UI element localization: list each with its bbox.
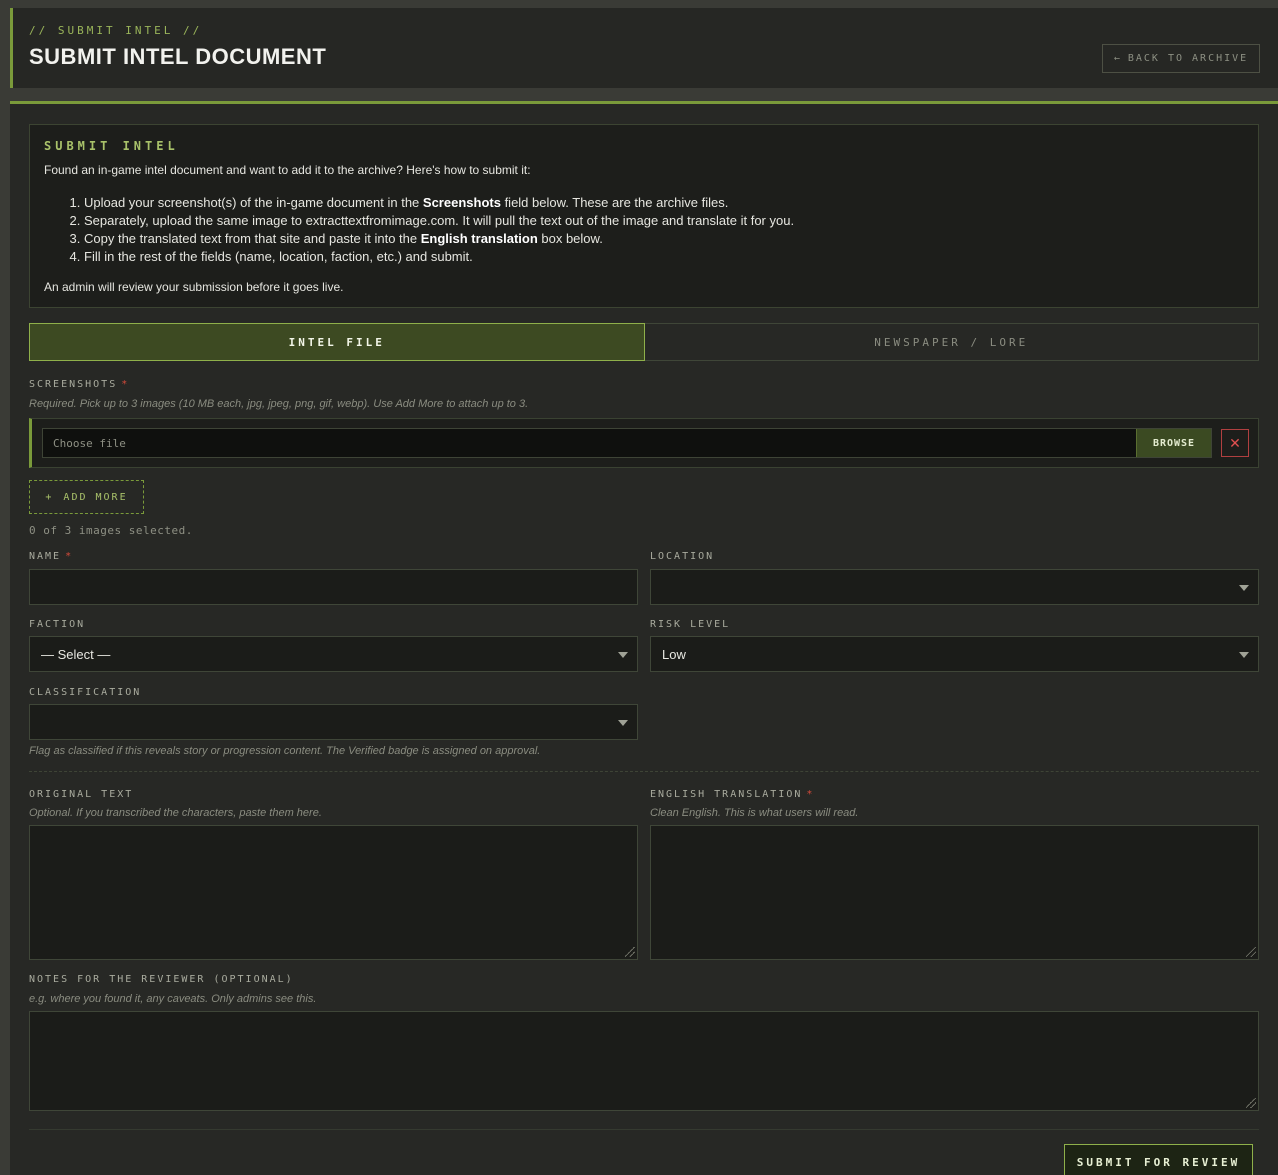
plus-icon: +: [45, 491, 54, 503]
instruction-step: Copy the translated text from that site …: [84, 230, 794, 248]
page-header: // SUBMIT INTEL // SUBMIT INTEL DOCUMENT…: [10, 8, 1278, 88]
screenshots-label: SCREENSHOTS *: [29, 379, 130, 390]
back-to-archive-label: BACK TO ARCHIVE: [1127, 53, 1249, 64]
faction-selected-value: — Select —: [41, 647, 111, 662]
risk-level-select[interactable]: Low: [650, 636, 1259, 672]
risk-level-selected-value: Low: [662, 647, 686, 662]
footer-divider: [29, 1129, 1259, 1130]
chevron-down-icon: [1239, 585, 1249, 591]
section-divider: [29, 771, 1259, 772]
name-label: NAME *: [29, 551, 74, 562]
english-translation-textarea[interactable]: [650, 825, 1259, 960]
resize-handle-icon[interactable]: [625, 947, 635, 957]
instruction-step: Upload your screenshot(s) of the in-game…: [84, 194, 794, 212]
add-more-label: ADD MORE: [63, 491, 128, 503]
classification-hint: Flag as classified if this reveals story…: [29, 745, 541, 757]
english-translation-hint: Clean English. This is what users will r…: [650, 807, 859, 819]
location-label: LOCATION: [650, 551, 715, 562]
submit-for-review-button[interactable]: SUBMIT FOR REVIEW: [1064, 1144, 1253, 1175]
arrow-left-icon: ←: [1113, 53, 1122, 64]
close-icon: ✕: [1229, 434, 1241, 451]
instruction-step: Separately, upload the same image to ext…: [84, 212, 794, 230]
instruction-step: Fill in the rest of the fields (name, lo…: [84, 248, 794, 266]
screenshot-file-input[interactable]: Choose file BROWSE: [42, 428, 1212, 458]
classification-label: CLASSIFICATION: [29, 687, 142, 698]
resize-handle-icon[interactable]: [1246, 947, 1256, 957]
chevron-down-icon: [618, 652, 628, 658]
tab-intel-file[interactable]: INTEL FILE: [29, 323, 645, 361]
instructions-outro: An admin will review your submission bef…: [44, 280, 344, 294]
remove-file-button[interactable]: ✕: [1221, 429, 1249, 457]
location-select[interactable]: [650, 569, 1259, 605]
browse-button[interactable]: BROWSE: [1136, 429, 1211, 457]
original-text-textarea[interactable]: [29, 825, 638, 960]
page-kicker: // SUBMIT INTEL //: [29, 24, 203, 37]
risk-level-label: RISK LEVEL: [650, 619, 731, 630]
english-translation-label: ENGLISH TRANSLATION *: [650, 789, 815, 800]
submit-form-panel: SUBMIT INTEL Found an in-game intel docu…: [10, 101, 1278, 1175]
screenshots-hint: Required. Pick up to 3 images (10 MB eac…: [29, 398, 529, 410]
add-more-button[interactable]: + ADD MORE: [29, 480, 144, 514]
instructions-title: SUBMIT INTEL: [44, 139, 179, 153]
document-type-tabs: INTEL FILE NEWSPAPER / LORE: [29, 323, 1259, 361]
notes-hint: e.g. where you found it, any caveats. On…: [29, 993, 317, 1005]
faction-label: FACTION: [29, 619, 86, 630]
notes-textarea[interactable]: [29, 1011, 1259, 1111]
instructions-box: SUBMIT INTEL Found an in-game intel docu…: [29, 124, 1259, 308]
instructions-steps: Upload your screenshot(s) of the in-game…: [84, 194, 794, 266]
name-input[interactable]: [29, 569, 638, 605]
classification-select[interactable]: [29, 704, 638, 740]
tab-newspaper-lore[interactable]: NEWSPAPER / LORE: [644, 323, 1259, 361]
image-count: 0 of 3 images selected.: [29, 524, 193, 537]
notes-label: NOTES FOR THE REVIEWER (OPTIONAL): [29, 974, 294, 985]
original-text-hint: Optional. If you transcribed the charact…: [29, 807, 322, 819]
back-to-archive-button[interactable]: ← BACK TO ARCHIVE: [1102, 44, 1260, 73]
faction-select[interactable]: — Select —: [29, 636, 638, 672]
screenshot-upload-row: Choose file BROWSE ✕: [29, 418, 1259, 468]
file-placeholder: Choose file: [53, 437, 126, 450]
resize-handle-icon[interactable]: [1246, 1098, 1256, 1108]
chevron-down-icon: [1239, 652, 1249, 658]
chevron-down-icon: [618, 720, 628, 726]
original-text-label: ORIGINAL TEXT: [29, 789, 134, 800]
page-title: SUBMIT INTEL DOCUMENT: [29, 44, 327, 69]
instructions-intro: Found an in-game intel document and want…: [44, 163, 531, 177]
